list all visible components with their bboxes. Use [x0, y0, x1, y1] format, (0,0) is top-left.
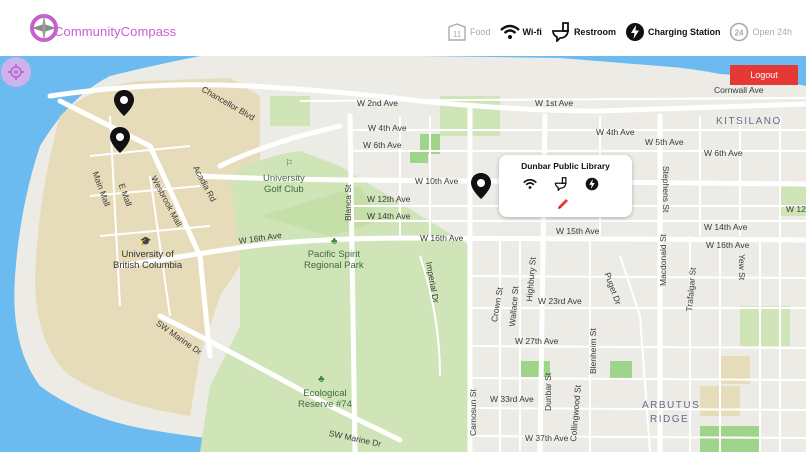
street-label: Blanca St: [343, 184, 353, 221]
tree-icon: ♣: [331, 236, 338, 247]
street-label: W 15th Ave: [556, 226, 600, 236]
place-label: Pacific Spirit Regional Park: [304, 249, 364, 271]
place-label: University Golf Club: [263, 173, 305, 195]
street-label: Yew St: [737, 254, 747, 281]
neighbourhood-label: KITSILANO: [716, 116, 782, 127]
street-label: W 12th Ave: [367, 194, 411, 204]
location-popup: Dunbar Public Library: [499, 155, 632, 217]
neighbourhood-label: ARBUTUS: [642, 400, 701, 411]
street-label: W 14th Ave: [704, 222, 748, 232]
location-pin-icon[interactable]: [470, 172, 492, 200]
street-label: W 27th Ave: [515, 336, 559, 346]
street-label: W 23rd Ave: [538, 296, 582, 306]
street-label: W 14th Ave: [367, 211, 411, 221]
map-canvas[interactable]: Chancellor Blvd W 2nd Ave W 1st Ave Corn…: [0, 56, 806, 452]
street-label: Camosun St: [468, 389, 478, 436]
filter-open24[interactable]: 24 Open 24h: [729, 22, 792, 42]
popup-title: Dunbar Public Library: [521, 161, 610, 171]
pencil-icon[interactable]: [556, 197, 570, 211]
place-label: Ecological Reserve #74: [298, 388, 352, 410]
bolt-icon: [585, 177, 599, 191]
app-header: CommunityCompass 11 Food Wi-fi Restroom: [0, 0, 806, 56]
street-label: W 6th Ave: [363, 140, 402, 150]
street-label: W 2nd Ave: [357, 98, 398, 108]
street-label: W 4th Ave: [596, 127, 635, 137]
filter-wifi-label: Wi-fi: [522, 27, 542, 37]
location-pin-icon[interactable]: [109, 126, 131, 154]
street-label: W 10th Ave: [415, 176, 459, 186]
street-label: Cornwall Ave: [714, 85, 764, 95]
street-label: W 6th Ave: [704, 148, 743, 158]
app-name: CommunityCompass: [54, 24, 177, 39]
filter-charging-label: Charging Station: [647, 27, 721, 37]
filter-open24-label: Open 24h: [752, 27, 792, 37]
street-label: W 1st Ave: [535, 98, 574, 108]
school-icon: 🎓: [140, 236, 152, 246]
street-label: Blenheim St: [588, 328, 598, 374]
wifi-icon: [523, 177, 537, 191]
street-label: W 16th Ave: [706, 240, 750, 250]
svg-text:24: 24: [735, 29, 744, 38]
street-label: W 4th Ave: [368, 123, 407, 133]
filter-food-label: Food: [470, 27, 491, 37]
toilet-icon: [554, 177, 568, 192]
toilet-icon: [552, 22, 569, 42]
filter-restroom[interactable]: Restroom: [551, 22, 616, 42]
golf-icon: ⚐: [285, 158, 294, 168]
popup-amenities: [523, 177, 599, 192]
current-location-icon[interactable]: [0, 56, 32, 88]
location-pin-icon[interactable]: [113, 89, 135, 117]
clock-24-icon: 24: [730, 22, 749, 42]
filter-restroom-label: Restroom: [573, 27, 616, 37]
filter-wifi[interactable]: Wi-fi: [499, 22, 542, 42]
food-icon: 11: [448, 23, 466, 41]
tree-icon: ♣: [318, 374, 325, 385]
street-label: Dunbar St: [543, 372, 553, 411]
svg-text:11: 11: [453, 30, 462, 39]
street-label: W 37th Ave: [525, 433, 569, 443]
street-label: W 33rd Ave: [490, 394, 534, 404]
street-label: W 5th Ave: [645, 137, 684, 147]
logout-button[interactable]: Logout: [730, 65, 798, 85]
wifi-icon: [499, 24, 520, 39]
street-label: W 12: [786, 204, 806, 214]
place-label: University of British Columbia: [113, 249, 183, 271]
street-label: Stephens St: [661, 166, 671, 213]
street-label: Macdonald St: [658, 234, 668, 286]
amenity-filter-bar: 11 Food Wi-fi Restroom Charging Station …: [438, 18, 792, 46]
street-label: W 16th Ave: [420, 233, 464, 243]
filter-charging[interactable]: Charging Station: [625, 22, 721, 42]
neighbourhood-label: RIDGE: [650, 414, 690, 425]
bolt-icon: [625, 23, 644, 41]
filter-food[interactable]: 11 Food: [447, 22, 491, 42]
